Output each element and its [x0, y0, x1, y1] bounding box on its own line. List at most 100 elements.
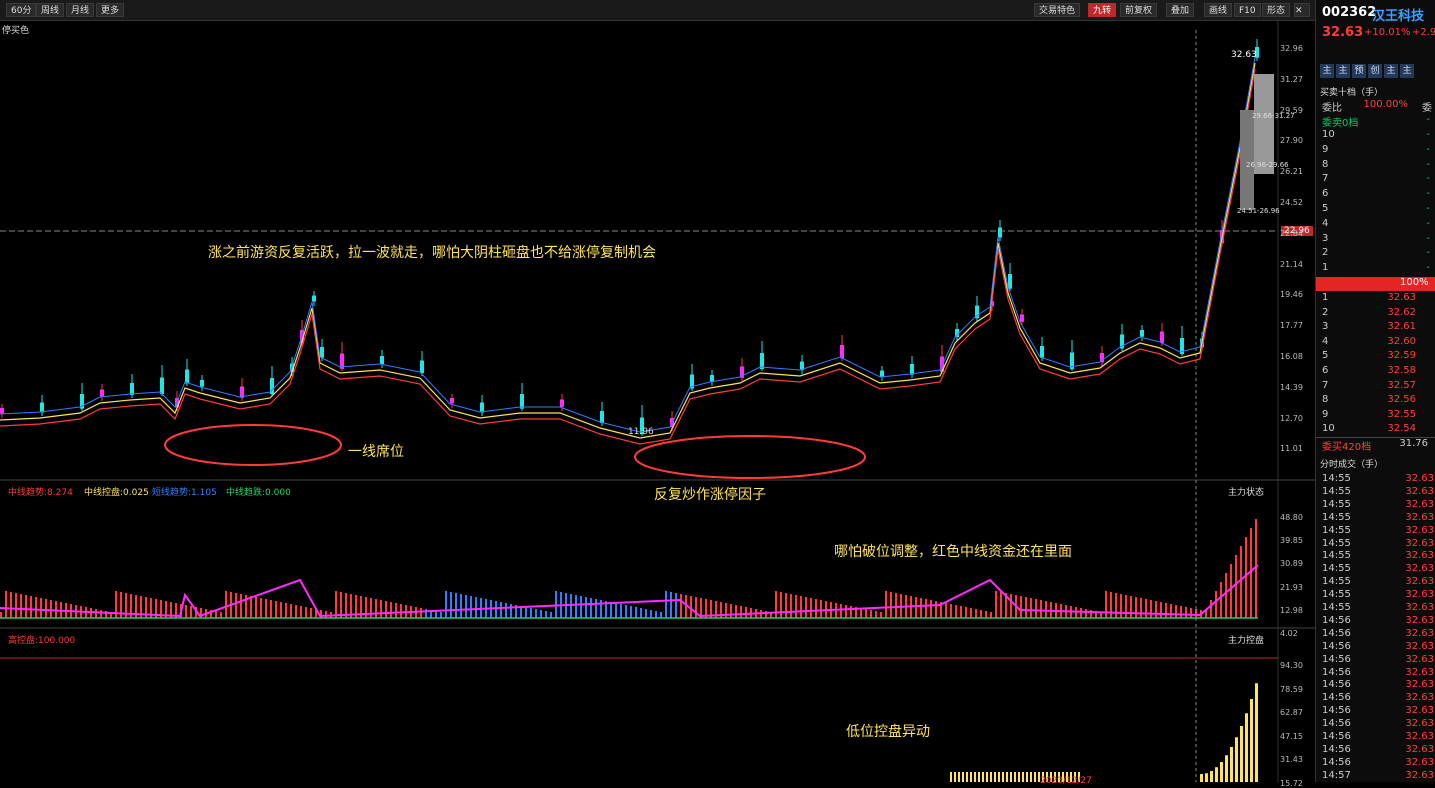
main-icon[interactable]: 主	[1384, 64, 1398, 78]
candle-body	[1040, 346, 1044, 358]
funds-bar	[965, 607, 967, 618]
pattern-button[interactable]: 形态	[1262, 3, 1291, 17]
tick-time: 14:55	[1322, 576, 1351, 588]
tick-row: 14:56 32.63	[1316, 628, 1435, 642]
tab-60min[interactable]: 60分	[6, 3, 37, 17]
control-bar	[1010, 772, 1012, 782]
sell-level-row: 7-	[1316, 173, 1435, 187]
tick-time: 14:55	[1322, 485, 1351, 497]
funds-bar	[1115, 593, 1117, 618]
tick-price: 32.63	[1405, 563, 1434, 575]
control-bar	[978, 772, 980, 782]
funds-bar	[920, 598, 922, 618]
funds-bar	[925, 599, 927, 618]
axis-tick: 12.70	[1280, 413, 1303, 423]
candle-body	[480, 402, 484, 413]
tab-more[interactable]: 更多	[96, 3, 125, 17]
mid-fall-label: 中线趋跌:0.000	[226, 488, 291, 498]
tab-week[interactable]: 周线	[36, 3, 65, 17]
sell-level-row: 1-	[1316, 262, 1435, 276]
warn-icon[interactable]: 预	[1352, 64, 1366, 78]
buy-level-row: 6 32.58	[1316, 365, 1435, 379]
axis-tick: 19.46	[1280, 290, 1303, 300]
funds-bar	[395, 603, 397, 618]
funds-bar	[945, 603, 947, 618]
funds-bar	[375, 599, 377, 618]
trade-feature-button[interactable]: 交易特色	[1034, 3, 1081, 17]
tick-time: 14:56	[1322, 743, 1351, 755]
tick-row: 14:55 32.63	[1316, 602, 1435, 616]
funds-bar	[740, 606, 742, 618]
main-icon[interactable]: 主	[1336, 64, 1350, 78]
sell-level-row: 10 -	[1316, 129, 1435, 143]
f10-button[interactable]: F10	[1234, 3, 1261, 17]
candle-body	[840, 345, 844, 359]
level-price: 32.63	[1387, 292, 1416, 303]
funds-bar	[935, 601, 937, 618]
buy-summary-label: 委买420档	[1322, 442, 1372, 453]
level-empty: -	[1426, 203, 1430, 214]
draw-line-button[interactable]: 画线	[1204, 3, 1233, 17]
axis-tick: 32.96	[1280, 44, 1303, 53]
sell-summary-row: 委卖0档 -	[1316, 114, 1435, 129]
overlay-button[interactable]: 叠加	[1166, 3, 1195, 17]
level-number: 9	[1322, 143, 1329, 155]
funds-bar	[285, 603, 287, 618]
level-empty: -	[1426, 158, 1430, 170]
funds-bar	[1140, 598, 1142, 618]
level-empty: -	[1426, 129, 1430, 140]
funds-bar	[885, 591, 887, 618]
funds-bar	[1020, 596, 1022, 618]
highlight-ellipse	[164, 424, 342, 466]
main-icon[interactable]: 主	[1400, 64, 1414, 78]
tick-time: 14:55	[1322, 537, 1351, 549]
tab-month[interactable]: 月线	[66, 3, 95, 17]
funds-bar	[1025, 597, 1027, 618]
funds-bar	[580, 596, 582, 618]
tick-price: 32.63	[1405, 473, 1434, 484]
level-number: 5	[1322, 350, 1329, 362]
tick-price: 32.63	[1405, 524, 1434, 536]
axis-tick: 11.01	[1280, 444, 1303, 454]
funds-bar	[595, 599, 597, 618]
funds-bar	[220, 612, 222, 618]
tick-price: 32.63	[1405, 589, 1434, 601]
level-empty: -	[1426, 262, 1430, 274]
buy-summary-row: 委买420档 31.76	[1316, 437, 1435, 453]
control-bar	[1205, 773, 1208, 782]
stock-name[interactable]: 汉王科技	[1372, 5, 1424, 24]
mid-trend-label: 中线趋势:8.274	[8, 488, 73, 498]
candle-body	[40, 402, 44, 413]
order-book-title: 买卖十档（手）	[1320, 88, 1384, 98]
range-bar	[1240, 110, 1254, 210]
funds-bar	[695, 597, 697, 618]
ratio-label: 委比	[1322, 103, 1342, 114]
funds-bar	[310, 608, 312, 618]
funds-bar	[660, 612, 662, 618]
magenta-line	[0, 564, 1259, 618]
sell-level-row: 3-	[1316, 233, 1435, 247]
create-icon[interactable]: 创	[1368, 64, 1382, 78]
tick-price: 32.63	[1405, 756, 1434, 768]
annotation-funds: 哪怕破位调整，红色中线资金还在里面	[834, 544, 1072, 560]
control-bar	[1034, 772, 1036, 782]
funds-bar	[585, 597, 587, 618]
funds-bar	[1245, 537, 1247, 618]
forward-adjust-button[interactable]: 前复权	[1120, 3, 1158, 17]
tick-row: 14:55 32.63	[1316, 512, 1435, 526]
funds-bar	[215, 611, 217, 618]
mid-axis-tick: 39.85	[1280, 536, 1303, 546]
main-icon[interactable]: 主	[1320, 64, 1334, 78]
funds-bar	[845, 605, 847, 618]
control-bar	[954, 772, 956, 782]
sell-level-row: 6-	[1316, 188, 1435, 202]
funds-bar	[500, 602, 502, 618]
level-empty: -	[1426, 247, 1430, 259]
bot-axis-tick: 31.43	[1280, 755, 1303, 765]
sell-summary-label: 委卖0档	[1322, 118, 1359, 129]
nine-turn-button[interactable]: 九转	[1088, 3, 1117, 17]
control-bar	[1018, 772, 1020, 782]
buy-level-row: 4 32.60	[1316, 336, 1435, 350]
annotation-one-line: 一线席位	[348, 444, 404, 460]
close-icon[interactable]: ✕	[1294, 3, 1310, 17]
